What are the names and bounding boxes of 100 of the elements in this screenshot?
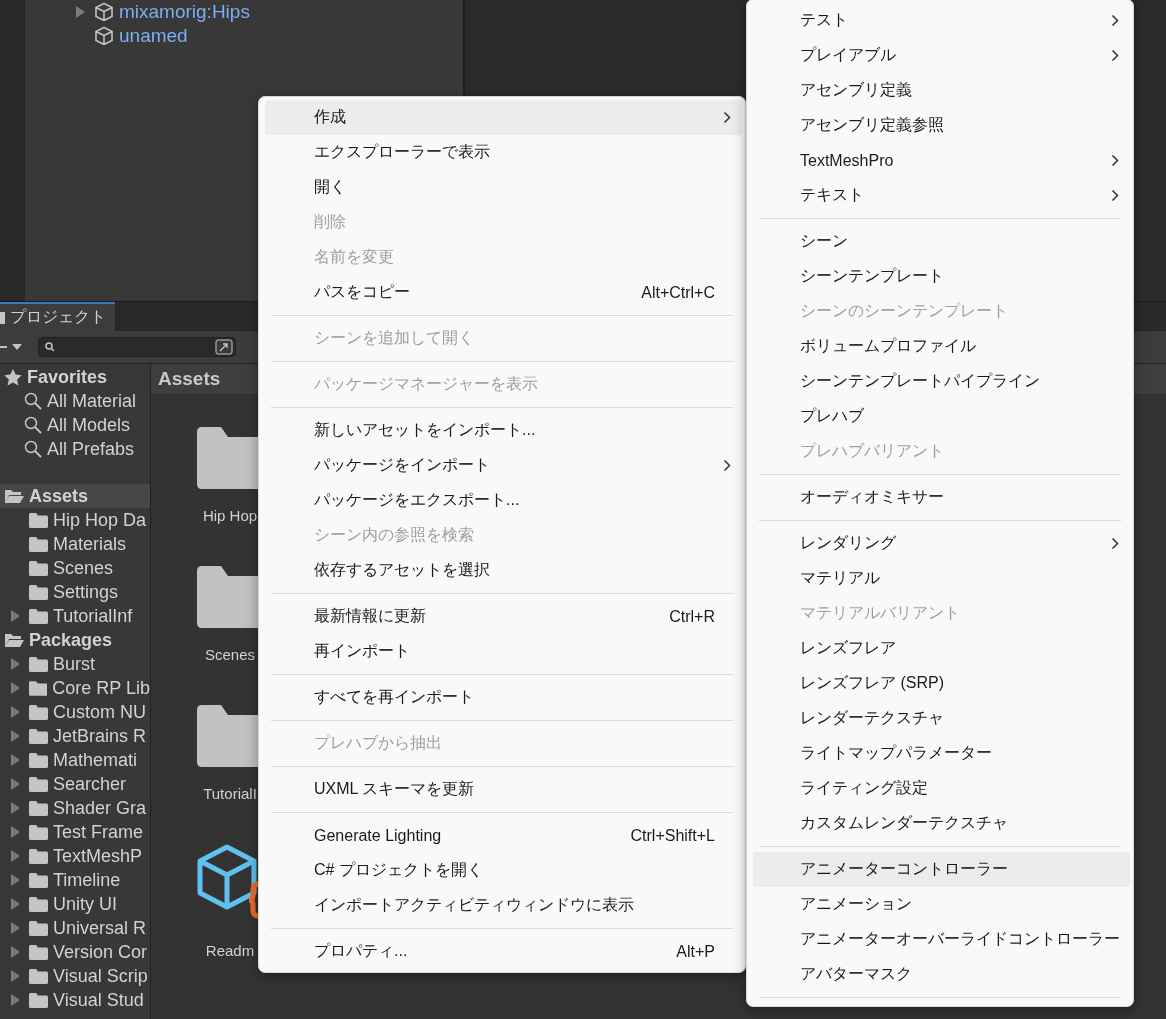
chevron-right-icon <box>1111 49 1119 62</box>
project-tab[interactable]: プロジェクト <box>0 302 115 331</box>
open-folder-icon <box>4 632 24 648</box>
folder-item[interactable]: Hip Hop Da <box>53 509 147 531</box>
menu-item[interactable]: レンズフレア (SRP) <box>753 666 1130 701</box>
folder-item[interactable]: Custom NU <box>53 701 146 723</box>
folder-item[interactable]: Version Cor <box>53 941 148 963</box>
cube-icon <box>94 2 114 22</box>
menu-item[interactable]: 最新情報に更新 Ctrl+R <box>265 599 742 634</box>
menu-item[interactable]: テスト <box>753 3 1130 38</box>
folder-item[interactable]: Burst <box>53 653 95 675</box>
expand-arrow-icon[interactable] <box>10 970 20 982</box>
expand-arrow-icon[interactable] <box>10 706 20 718</box>
asset-label[interactable]: Hip Hop <box>202 507 258 524</box>
menu-item[interactable]: パスをコピー Alt+Ctrl+C <box>265 275 742 310</box>
menu-item[interactable]: アニメーターコントローラー <box>753 852 1130 887</box>
folder-item[interactable]: Searcher <box>53 773 127 795</box>
asset-label[interactable]: TutorialI <box>203 785 257 802</box>
expand-arrow-icon[interactable] <box>10 658 20 670</box>
menu-item[interactable]: ライトマップパラメーター <box>753 736 1130 771</box>
menu-item[interactable]: パッケージをインポート <box>265 448 742 483</box>
menu-item[interactable]: レンダーテクスチャ <box>753 701 1130 736</box>
folder-icon <box>29 800 48 816</box>
menu-item[interactable]: TextMeshPro <box>753 143 1130 178</box>
folder-item[interactable]: Materials <box>53 533 127 555</box>
menu-item[interactable]: 新しいアセットをインポート... <box>265 413 742 448</box>
menu-item[interactable]: オーディオミキサー <box>753 480 1130 515</box>
favorite-item[interactable]: All Material <box>47 390 137 412</box>
asset-label[interactable]: Scenes <box>204 646 255 663</box>
expand-arrow-icon[interactable] <box>10 994 20 1006</box>
menu-item[interactable]: プレイアブル <box>753 38 1130 73</box>
folder-header-row[interactable]: Assets <box>0 484 150 508</box>
folder-item[interactable]: TextMeshP <box>53 845 143 867</box>
favorite-item[interactable]: All Prefabs <box>47 438 135 460</box>
folder-item[interactable]: JetBrains R <box>53 725 147 747</box>
expand-arrow-icon[interactable] <box>10 850 20 862</box>
search-icon <box>24 392 42 410</box>
popout-icon[interactable] <box>215 339 233 355</box>
folder-item[interactable]: Test Frame <box>53 821 144 843</box>
folder-item[interactable]: Mathemati <box>53 749 138 771</box>
folder-header-row[interactable]: Packages <box>0 628 150 652</box>
expand-arrow-icon[interactable] <box>10 946 20 958</box>
expand-arrow-icon[interactable] <box>10 730 20 742</box>
folder-item[interactable]: Settings <box>53 581 119 603</box>
expand-arrow-icon[interactable] <box>75 6 85 18</box>
menu-item[interactable]: パッケージをエクスポート... <box>265 483 742 518</box>
folder-item[interactable]: TutorialInf <box>53 605 133 627</box>
expand-arrow-icon[interactable] <box>10 754 20 766</box>
menu-item[interactable]: レンズフレア <box>753 631 1130 666</box>
expand-arrow-icon[interactable] <box>10 610 20 622</box>
menu-item[interactable]: 再インポート <box>265 634 742 669</box>
folder-icon <box>29 920 48 936</box>
menu-item[interactable]: プロパティ... Alt+P <box>265 934 742 969</box>
hierarchy-item[interactable]: unamed <box>119 25 188 47</box>
menu-item[interactable]: テキスト <box>753 178 1130 213</box>
menu-item[interactable]: 作成 <box>265 100 742 135</box>
folder-item[interactable]: Timeline <box>53 869 121 891</box>
folder-item[interactable]: Visual Stud <box>53 989 144 1011</box>
menu-item[interactable]: Generate Lighting Ctrl+Shift+L <box>265 818 742 853</box>
folder-item[interactable]: Visual Scrip <box>53 965 148 987</box>
expand-arrow-icon[interactable] <box>10 778 20 790</box>
folder-icon <box>29 560 48 576</box>
menu-item[interactable]: レンダリング <box>753 526 1130 561</box>
menu-item[interactable]: C# プロジェクトを開く <box>265 853 742 888</box>
menu-item[interactable]: プレハブ <box>753 399 1130 434</box>
folder-item[interactable]: Scenes <box>53 557 114 579</box>
expand-arrow-icon[interactable] <box>10 922 20 934</box>
expand-arrow-icon[interactable] <box>10 898 20 910</box>
menu-item[interactable]: エクスプローラーで表示 <box>265 135 742 170</box>
menu-item[interactable]: アセンブリ定義参照 <box>753 108 1130 143</box>
asset-label[interactable]: Readm <box>205 942 255 959</box>
menu-item[interactable]: シーンテンプレート <box>753 259 1130 294</box>
menu-item[interactable]: すべてを再インポート <box>265 680 742 715</box>
menu-item[interactable]: 依存するアセットを選択 <box>265 553 742 588</box>
menu-item[interactable]: アセンブリ定義 <box>753 73 1130 108</box>
menu-item[interactable]: UXML スキーマを更新 <box>265 772 742 807</box>
menu-item[interactable]: マテリアル <box>753 561 1130 596</box>
folder-item[interactable]: Universal R <box>53 917 147 939</box>
folder-item[interactable]: Shader Gra <box>53 797 147 819</box>
hierarchy-item[interactable]: mixamorig:Hips <box>119 1 250 23</box>
favorites-header[interactable]: Favorites <box>27 366 108 388</box>
folder-icon <box>29 824 48 840</box>
expand-arrow-icon[interactable] <box>9 682 20 694</box>
expand-arrow-icon[interactable] <box>10 826 20 838</box>
favorite-item[interactable]: All Models <box>47 414 131 436</box>
menu-item[interactable]: ライティング設定 <box>753 771 1130 806</box>
menu-item[interactable]: インポートアクティビティウィンドウに表示 <box>265 888 742 923</box>
dropdown-caret-icon[interactable] <box>0 342 24 352</box>
menu-item[interactable]: アニメーション <box>753 887 1130 922</box>
expand-arrow-icon[interactable] <box>10 874 20 886</box>
search-field[interactable] <box>38 337 236 357</box>
menu-item[interactable]: ボリュームプロファイル <box>753 329 1130 364</box>
menu-item[interactable]: カスタムレンダーテクスチャ <box>753 806 1130 841</box>
menu-item[interactable]: アバターマスク <box>753 957 1130 992</box>
folder-item[interactable]: Unity UI <box>53 893 117 915</box>
folder-item[interactable]: Core RP Lib <box>52 677 150 699</box>
expand-arrow-icon[interactable] <box>10 802 20 814</box>
menu-item[interactable]: シーン <box>753 224 1130 259</box>
menu-item[interactable]: 開く <box>265 170 742 205</box>
menu-item[interactable]: アニメーターオーバーライドコントローラー <box>753 922 1130 957</box>
